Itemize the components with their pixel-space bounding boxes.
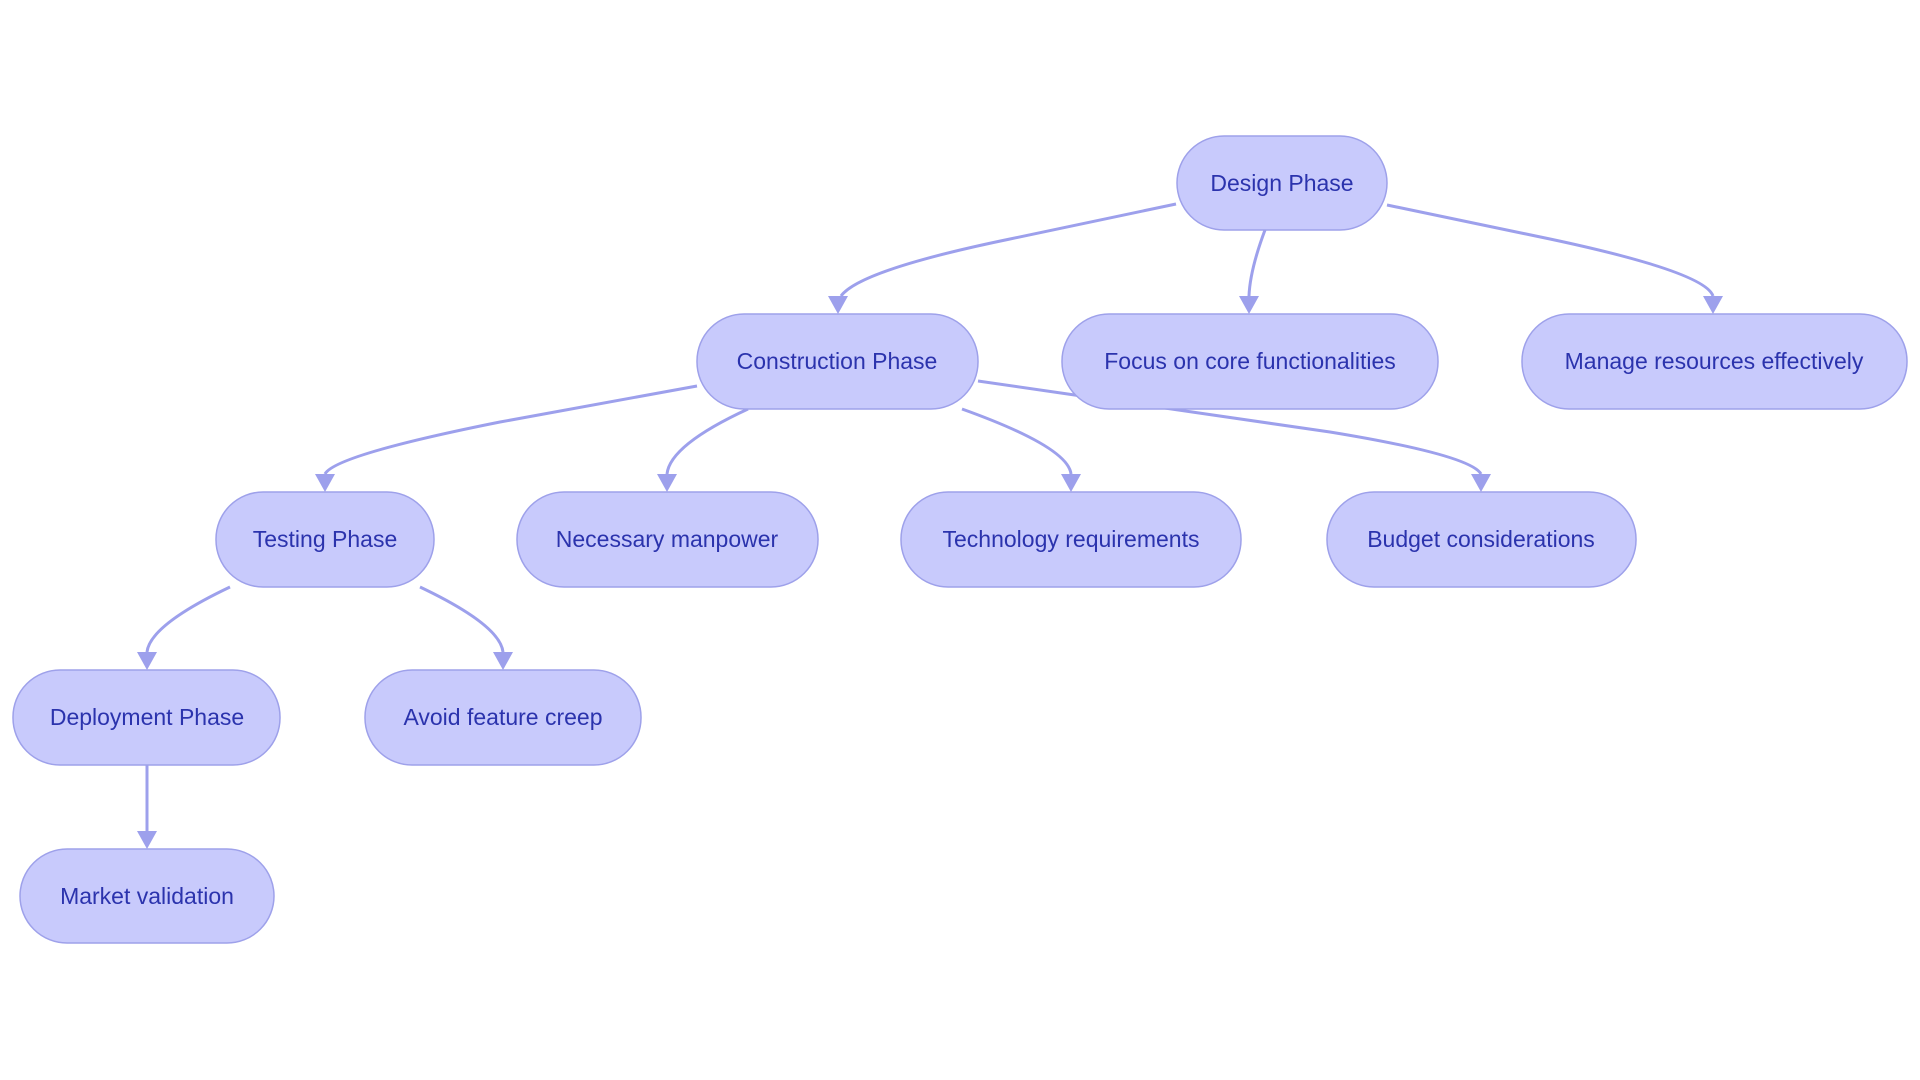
node-design-phase[interactable]: Design Phase	[1176, 135, 1388, 231]
arrowhead-icon	[1703, 296, 1723, 314]
edge-testing-creep	[419, 585, 505, 653]
edge-design-focus	[1247, 229, 1267, 297]
edge-design-manage	[1386, 203, 1715, 297]
edge-construction-technology	[961, 407, 1073, 475]
arrowhead-icon	[315, 474, 335, 492]
arrowhead-icon	[1239, 296, 1259, 314]
node-label: Technology requirements	[943, 526, 1200, 552]
node-label: Deployment Phase	[50, 704, 244, 730]
node-focus-core-functionalities[interactable]: Focus on core functionalities	[1061, 313, 1439, 410]
node-manage-resources[interactable]: Manage resources effectively	[1521, 313, 1908, 410]
node-technology-requirements[interactable]: Technology requirements	[900, 491, 1242, 588]
arrowhead-icon	[137, 831, 157, 849]
arrowhead-icon	[1471, 474, 1491, 492]
flowchart-diagram: Design Phase Construction Phase Focus on…	[12, 135, 1908, 944]
edge-design-construction	[839, 202, 1177, 297]
node-label: Budget considerations	[1367, 526, 1595, 552]
node-necessary-manpower[interactable]: Necessary manpower	[516, 491, 819, 588]
node-label: Testing Phase	[253, 526, 397, 552]
node-label: Manage resources effectively	[1565, 348, 1864, 374]
node-label: Construction Phase	[737, 348, 938, 374]
node-avoid-feature-creep[interactable]: Avoid feature creep	[364, 669, 642, 766]
node-label: Market validation	[60, 883, 234, 909]
arrowhead-icon	[1061, 474, 1081, 492]
node-label: Focus on core functionalities	[1104, 348, 1396, 374]
edge-construction-testing	[323, 384, 698, 475]
node-testing-phase[interactable]: Testing Phase	[215, 491, 435, 588]
arrowhead-icon	[828, 296, 848, 314]
node-label: Avoid feature creep	[403, 704, 602, 730]
arrowhead-icon	[657, 474, 677, 492]
node-construction-phase[interactable]: Construction Phase	[696, 313, 979, 410]
node-label: Design Phase	[1210, 170, 1353, 196]
arrowhead-icon	[493, 652, 513, 670]
node-market-validation[interactable]: Market validation	[19, 848, 275, 944]
arrowhead-icon	[137, 652, 157, 670]
node-label: Necessary manpower	[556, 526, 779, 552]
node-deployment-phase[interactable]: Deployment Phase	[12, 669, 281, 766]
node-budget-considerations[interactable]: Budget considerations	[1326, 491, 1637, 588]
edge-construction-manpower	[665, 407, 749, 475]
edge-testing-deployment	[145, 585, 231, 653]
